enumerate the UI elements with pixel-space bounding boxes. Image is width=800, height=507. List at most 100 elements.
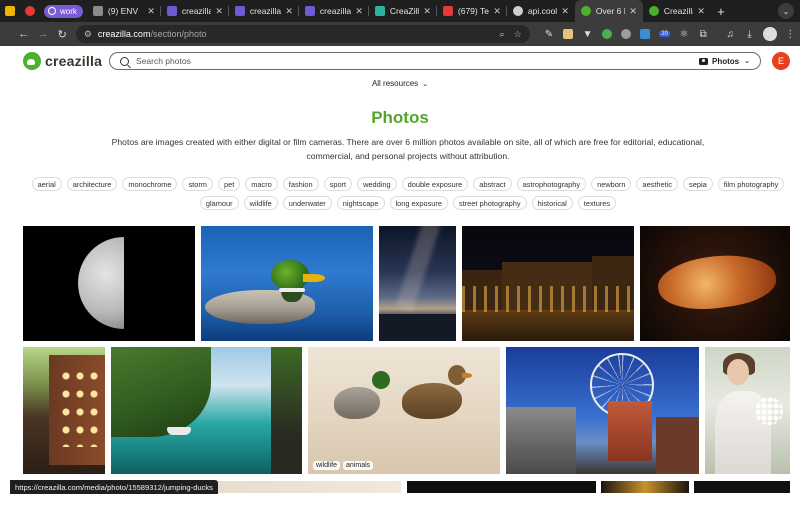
tab-pinned-2[interactable] [20,0,40,22]
tag-textures[interactable]: textures [577,196,617,210]
close-tab-icon[interactable]: ✕ [355,6,363,17]
tag-newborn[interactable]: newborn [591,177,632,191]
photo-lagoon[interactable] [111,347,302,474]
logo-wordmark: creazilla [45,53,103,69]
tab-creazilla-app[interactable]: CreaZilla ✕ [369,0,437,22]
extension-icon[interactable] [616,24,635,44]
page-title: Photos [371,108,429,127]
tag-street-photography[interactable]: street photography [452,196,527,210]
tag-glamour[interactable]: glamour [199,196,239,210]
close-tab-icon[interactable]: ✕ [215,6,223,17]
bookmark-star-icon[interactable]: ☆ [514,29,522,40]
vpn-extension-icon[interactable]: ▼ [578,24,597,44]
tab-env[interactable]: (9) ENV ✕ [87,0,161,22]
extension-icon[interactable] [597,24,616,44]
tag-pet[interactable]: pet [217,177,241,191]
menu-kebab-icon[interactable]: ⋮ [781,24,800,44]
close-tab-icon[interactable]: ✕ [629,6,637,17]
download-icon[interactable]: ⤓ [740,24,759,44]
search-input[interactable]: Search photos [136,56,699,66]
tag-sepia[interactable]: sepia [683,177,713,191]
resource-type-label: Photos [712,56,740,66]
tag-fashion[interactable]: fashion [282,177,319,191]
creazilla-icon [648,6,659,16]
site-info-icon[interactable]: ⚙ [84,29,92,40]
photo-macro[interactable] [640,226,790,341]
tag-film-photography[interactable]: film photography [717,177,785,191]
photo-moon[interactable] [23,226,195,341]
tab-group-label: work [60,6,77,16]
close-tab-icon[interactable]: ✕ [423,6,431,17]
photo-thumbnail[interactable] [694,481,790,493]
photo-thumbnail[interactable] [200,481,401,493]
close-tab-icon[interactable]: ✕ [561,6,569,17]
photo-mallard-duck[interactable] [201,226,373,341]
close-tab-icon[interactable]: ✕ [147,6,155,17]
forward-icon[interactable]: → [33,24,52,44]
tab-search-button[interactable]: ⌄ [778,3,794,19]
all-resources-dropdown[interactable]: All resources ⌄ [0,79,800,88]
tag-wildlife[interactable]: wildlife [243,196,278,210]
tag-abstract[interactable]: abstract [473,177,512,191]
creazilla-logo[interactable]: creazilla [23,52,102,70]
photo-thumbnail[interactable] [601,481,689,493]
extension-icon[interactable] [559,24,578,44]
tag-storm[interactable]: storm [182,177,213,191]
resource-type-dropdown[interactable]: Photos ⌄ [699,57,750,66]
photo-thumbnail[interactable] [407,481,596,493]
new-tab-button[interactable]: + [711,4,731,19]
tab-group-work[interactable]: work [40,0,87,22]
photo-milky-way[interactable] [379,226,456,341]
photo-town-square-night[interactable] [462,226,634,341]
tag-monochrome[interactable]: monochrome [122,177,178,191]
all-resources-label: All resources [371,79,419,88]
photo-jumping-ducks[interactable]: wildlife animals [308,347,500,474]
tag-architecture[interactable]: architecture [66,177,118,191]
photo-ferris-wheel[interactable] [506,347,699,474]
tab-pinned-1[interactable] [0,0,20,22]
tag-aesthetic[interactable]: aesthetic [636,177,679,191]
extension-icon[interactable] [636,24,655,44]
tag-underwater[interactable]: underwater [282,196,332,210]
extensions-puzzle-icon[interactable]: ⧉ [694,24,713,44]
user-avatar[interactable]: E [772,52,790,70]
tag-wedding[interactable]: wedding [357,177,397,191]
browser-toolbar: ← → ↻ ⚙ creazilla.com/section/photo ⌕ ☆ … [0,22,800,46]
react-devtools-icon[interactable]: ⚛ [674,24,693,44]
photo-tag-chip[interactable]: animals [343,461,374,470]
tab-active-photos[interactable]: Over 6 M ✕ [574,0,643,22]
photo-street-lamps[interactable] [23,347,105,474]
close-tab-icon[interactable]: ✕ [697,6,705,17]
tag-historical[interactable]: historical [531,196,573,210]
tag-long-exposure[interactable]: long exposure [389,196,448,210]
reload-icon[interactable]: ↻ [53,24,72,44]
creazilla-dev-icon [166,6,177,16]
tab-creazilla-1[interactable]: creazilla- ✕ [161,0,229,22]
tag-sport[interactable]: sport [323,177,353,191]
tab-creazilla[interactable]: Creazilla ✕ [643,0,711,22]
close-tab-icon[interactable]: ✕ [493,6,501,17]
tab-coolify[interactable]: api.coolif ✕ [507,0,575,22]
tab-title: CreaZilla [389,6,420,16]
tag-aerial[interactable]: aerial [31,177,62,191]
tag-list: aerial architecture monochrome storm pet macr… [28,177,788,210]
tag-macro[interactable]: macro [245,177,278,191]
tab-creazilla-2[interactable]: creazilla- ✕ [229,0,299,22]
pen-extension-icon[interactable]: ✎ [539,24,558,44]
photo-bride[interactable] [705,347,790,474]
tab-youtube[interactable]: (679) Tec ✕ [437,0,507,22]
address-bar[interactable]: ⚙ creazilla.com/section/photo ⌕ ☆ [75,25,530,43]
profile-avatar-icon[interactable] [763,27,777,41]
search-bar[interactable]: Search photos Photos ⌄ [109,52,761,70]
zoom-icon[interactable]: ⌕ [500,29,505,40]
close-tab-icon[interactable]: ✕ [285,6,293,17]
photo-tag-chip[interactable]: wildlife [313,461,341,470]
extension-badge-icon[interactable]: 20 [655,24,674,44]
tag-nightscape[interactable]: nightscape [336,196,385,210]
media-controls-icon[interactable]: ♫ [721,24,740,44]
tag-astrophotography[interactable]: astrophotography [516,177,587,191]
tag-double-exposure[interactable]: double exposure [401,177,469,191]
tab-creazilla-3[interactable]: creazilla- ✕ [299,0,369,22]
back-icon[interactable]: ← [14,24,33,44]
tab-title: api.coolif [527,6,558,16]
